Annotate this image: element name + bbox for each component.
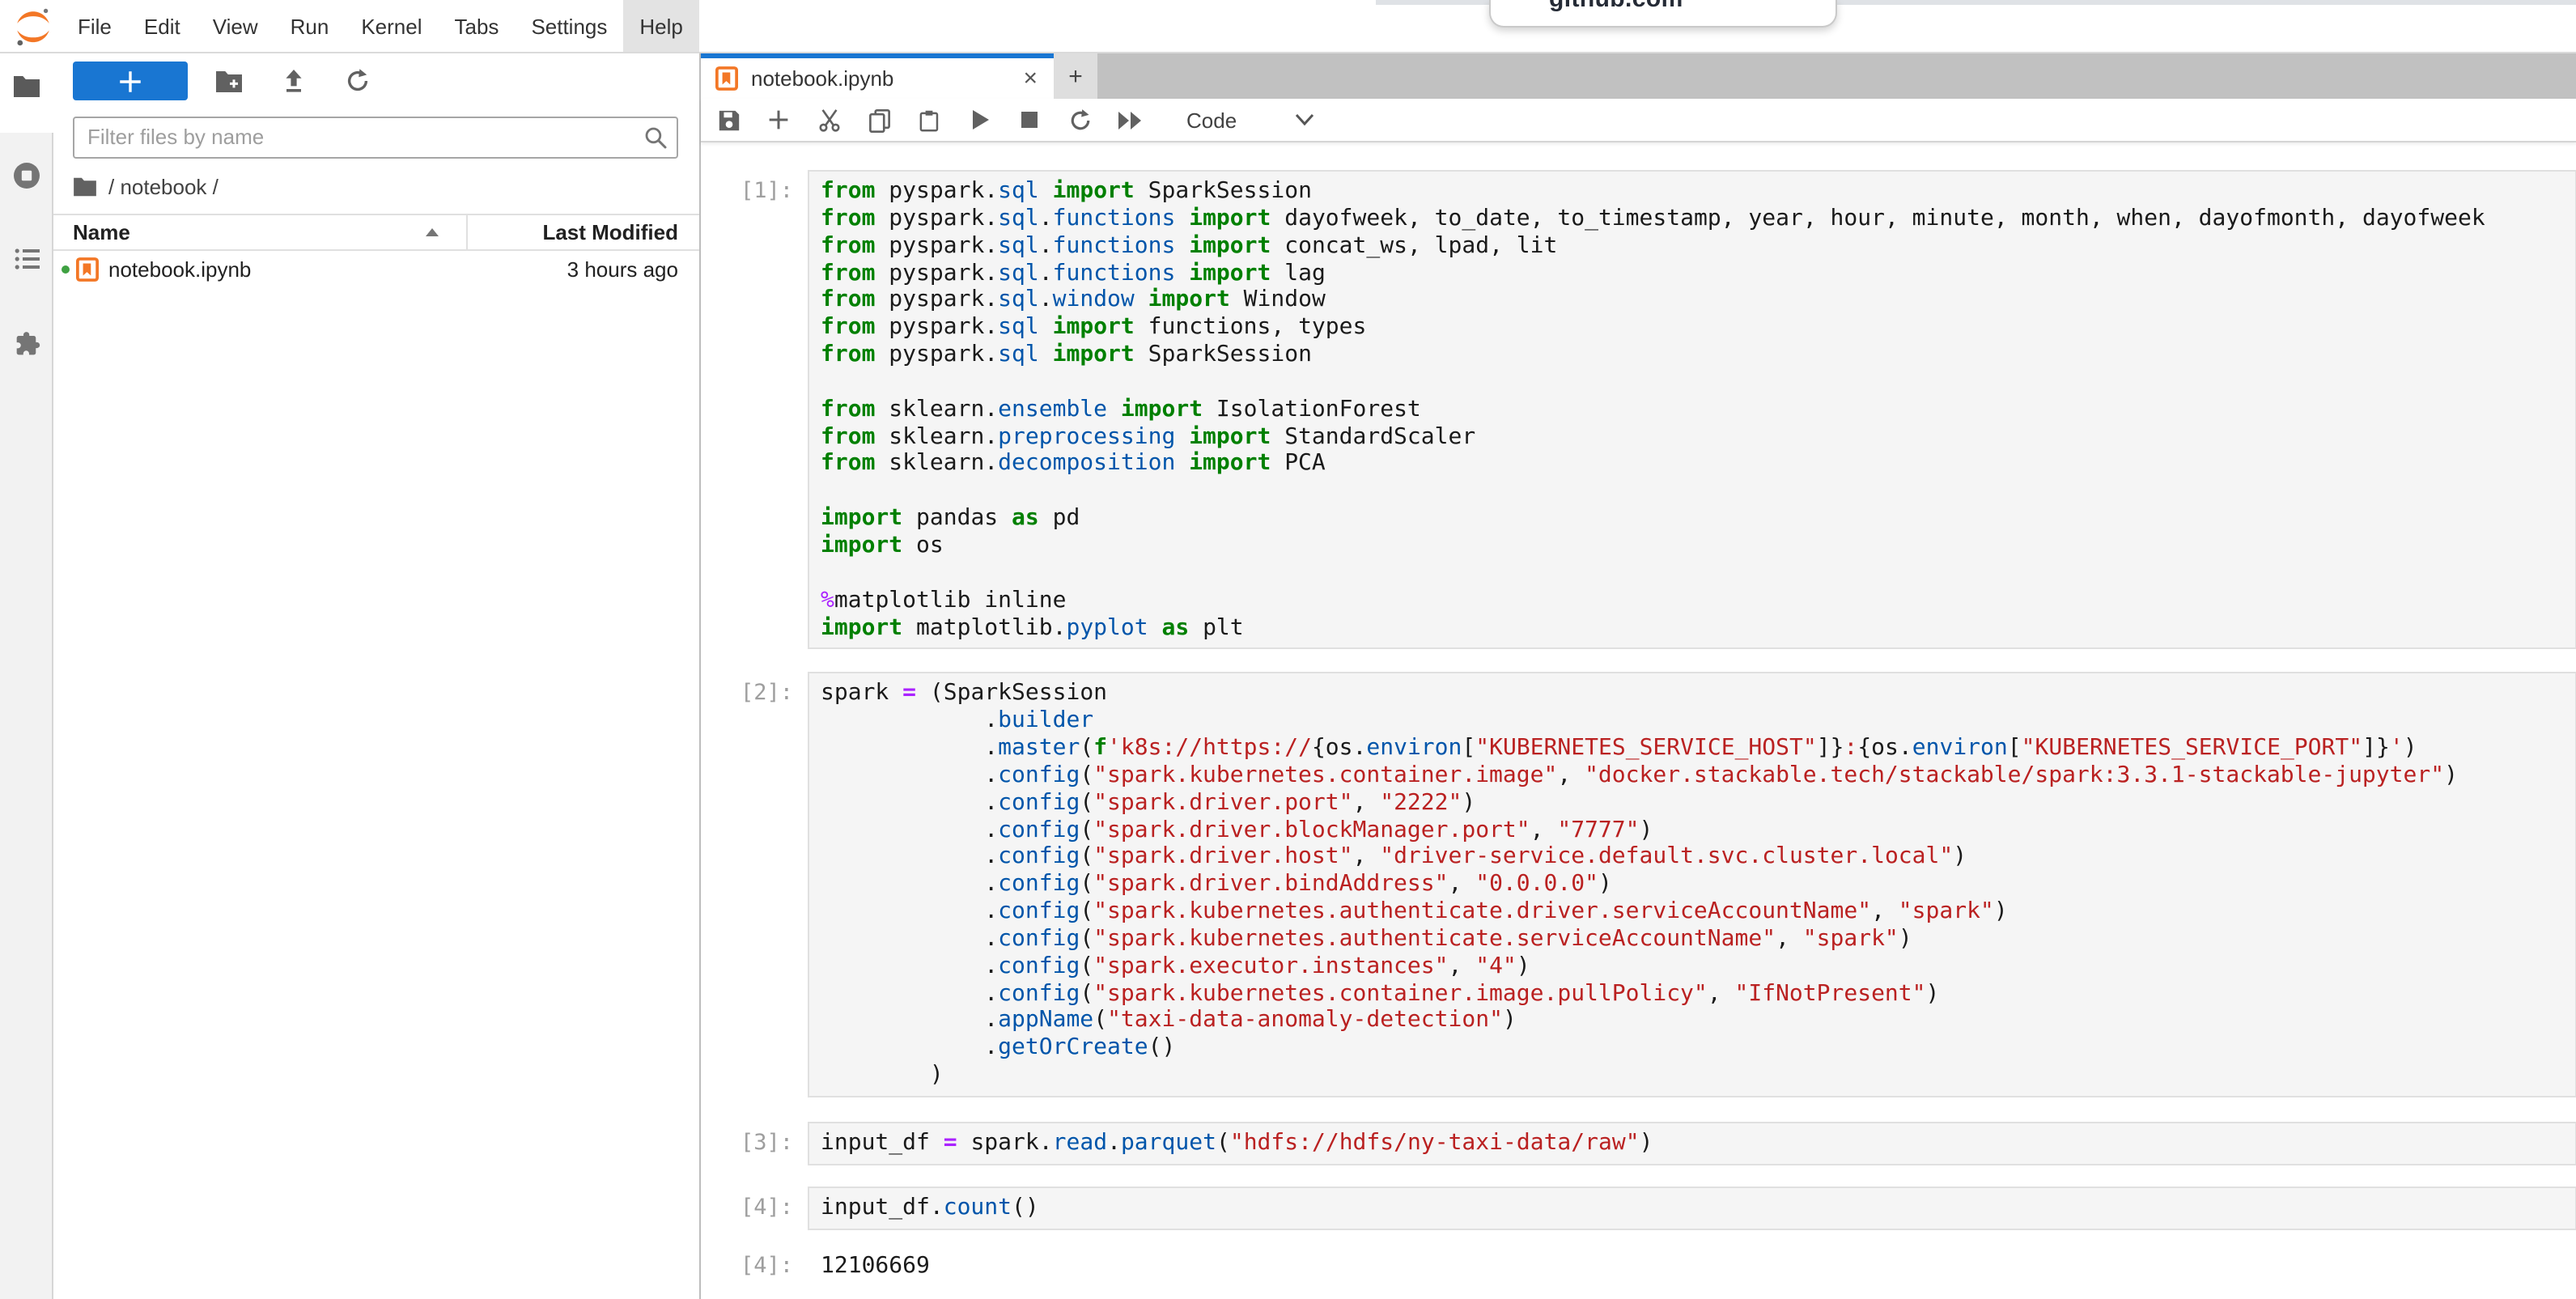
copy-cells-button[interactable] — [866, 107, 892, 133]
restart-icon — [1067, 108, 1092, 132]
activity-bar — [0, 53, 53, 1299]
tab-notebook-ipynb[interactable]: notebook.ipynb × — [701, 53, 1054, 99]
output-area: 12106669 — [808, 1244, 2576, 1288]
code-cell-3: [3]: input_df = spark.read.parquet("hdfs:… — [701, 1122, 2576, 1165]
restart-run-all-button[interactable] — [1117, 107, 1143, 133]
tab-close-icon[interactable]: × — [1020, 66, 1041, 91]
file-name: notebook.ipynb — [108, 257, 468, 282]
menu-bar: File Edit View Run Kernel Tabs Settings … — [0, 0, 2576, 53]
refresh-button[interactable] — [345, 68, 371, 94]
notebook-file-icon — [76, 257, 99, 282]
browser-popup-text: github.com — [1549, 0, 1835, 13]
notebook-toolbar: Code — [701, 99, 2576, 142]
input-prompt: [3]: — [701, 1122, 808, 1165]
running-kernels-icon — [13, 162, 40, 189]
folder-icon — [13, 74, 40, 99]
code-editor[interactable]: input_df = spark.read.parquet("hdfs://hd… — [808, 1122, 2576, 1165]
file-browser-toolbar — [73, 62, 678, 100]
table-of-contents-tab[interactable] — [0, 248, 53, 270]
search-icon — [643, 124, 668, 150]
new-tab-button[interactable]: + — [1054, 53, 1097, 99]
run-cell-button[interactable] — [966, 107, 992, 133]
jupyter-logo-icon — [11, 5, 55, 49]
input-prompt: [2]: — [701, 673, 808, 1097]
browser-popup-github: github.com — [1489, 0, 1837, 28]
input-prompt: [4]: — [701, 1187, 808, 1230]
breadcrumb[interactable]: / notebook / — [73, 172, 678, 202]
upload-icon — [282, 68, 306, 94]
chevron-down-icon — [1295, 113, 1314, 126]
menu-item-file[interactable]: File — [62, 0, 128, 52]
run-icon — [969, 108, 990, 131]
menu-item-tabs[interactable]: Tabs — [439, 0, 516, 52]
paste-cells-button[interactable] — [916, 107, 942, 133]
new-launcher-button[interactable] — [73, 62, 188, 100]
sort-by-name-header[interactable]: Name — [53, 214, 468, 248]
code-text: spark = (SparkSession .builder .master(f… — [821, 681, 2574, 1089]
menu-item-settings[interactable]: Settings — [515, 0, 623, 52]
output-prompt: [4]: — [701, 1244, 808, 1288]
file-row-notebook[interactable]: notebook.ipynb 3 hours ago — [53, 250, 699, 289]
code-cell-4: [4]: input_df.count() — [701, 1187, 2576, 1230]
code-editor[interactable]: spark = (SparkSession .builder .master(f… — [808, 673, 2576, 1097]
main-dock-panel: notebook.ipynb × + — [701, 53, 2576, 1299]
upload-button[interactable] — [282, 68, 306, 94]
code-editor[interactable]: input_df.count() — [808, 1187, 2576, 1230]
input-prompt: [1]: — [701, 170, 808, 650]
menu-item-kernel[interactable]: Kernel — [345, 0, 438, 52]
output-cell-4: [4]: 12106669 — [701, 1244, 2576, 1288]
filter-files-input[interactable] — [73, 116, 678, 158]
file-modified: 3 hours ago — [468, 257, 699, 282]
plus-icon — [117, 67, 144, 95]
insert-cell-button[interactable] — [766, 107, 791, 133]
restart-kernel-button[interactable] — [1067, 107, 1093, 133]
refresh-icon — [345, 68, 371, 94]
kernel-running-dot — [62, 265, 70, 274]
interrupt-kernel-button[interactable] — [1016, 107, 1042, 133]
file-list-header: Name Last Modified — [53, 213, 699, 250]
code-text: 12106669 — [821, 1252, 2574, 1280]
sort-ascending-caret-icon — [426, 227, 439, 236]
code-cell-2: [2]:spark = (SparkSession .builder .mast… — [701, 673, 2576, 1097]
notebook-tab-bar: notebook.ipynb × + — [701, 53, 2576, 99]
menu-item-view[interactable]: View — [197, 0, 274, 52]
save-button[interactable] — [715, 107, 741, 133]
notebook-file-icon — [715, 66, 738, 91]
new-folder-icon — [215, 69, 243, 93]
home-folder-icon — [73, 176, 97, 197]
modified-header-label: Last Modified — [542, 219, 678, 244]
cut-cells-button[interactable] — [816, 107, 842, 133]
code-text: input_df = spark.read.parquet("hdfs://hd… — [821, 1130, 2574, 1157]
code-text: input_df.count() — [821, 1195, 2574, 1222]
stop-icon — [1020, 110, 1039, 129]
file-browser-panel: / notebook / Name Last Modified notebook… — [53, 53, 701, 1299]
new-folder-button[interactable] — [215, 69, 243, 93]
filter-files-wrap — [73, 116, 678, 158]
plus-icon — [767, 108, 790, 131]
name-header-label: Name — [73, 219, 130, 244]
menu-item-help[interactable]: Help — [623, 0, 699, 52]
table-of-contents-icon — [14, 248, 40, 270]
fast-forward-icon — [1117, 109, 1143, 130]
menu-item-edit[interactable]: Edit — [128, 0, 197, 52]
extensions-icon — [13, 330, 40, 358]
sort-by-modified-header[interactable]: Last Modified — [468, 219, 699, 244]
code-text: from pyspark.sql import SparkSession fro… — [821, 178, 2574, 642]
paste-icon — [918, 108, 940, 132]
notebook-content: [1]:from pyspark.sql import SparkSession… — [701, 142, 2576, 1299]
save-icon — [716, 108, 741, 132]
cell-type-dropdown[interactable]: Code — [1186, 108, 1314, 132]
menu-item-run[interactable]: Run — [274, 0, 346, 52]
code-cell-1: [1]:from pyspark.sql import SparkSession… — [701, 170, 2576, 650]
running-kernels-tab[interactable] — [0, 162, 53, 189]
cut-icon — [817, 108, 841, 132]
extension-manager-tab[interactable] — [0, 330, 53, 358]
file-browser-tab[interactable] — [0, 74, 53, 99]
breadcrumb-path: / notebook / — [108, 175, 219, 199]
code-editor[interactable]: from pyspark.sql import SparkSession fro… — [808, 170, 2576, 650]
tab-title: notebook.ipynb — [751, 66, 1020, 91]
copy-icon — [867, 108, 891, 132]
cell-type-value: Code — [1186, 108, 1237, 132]
